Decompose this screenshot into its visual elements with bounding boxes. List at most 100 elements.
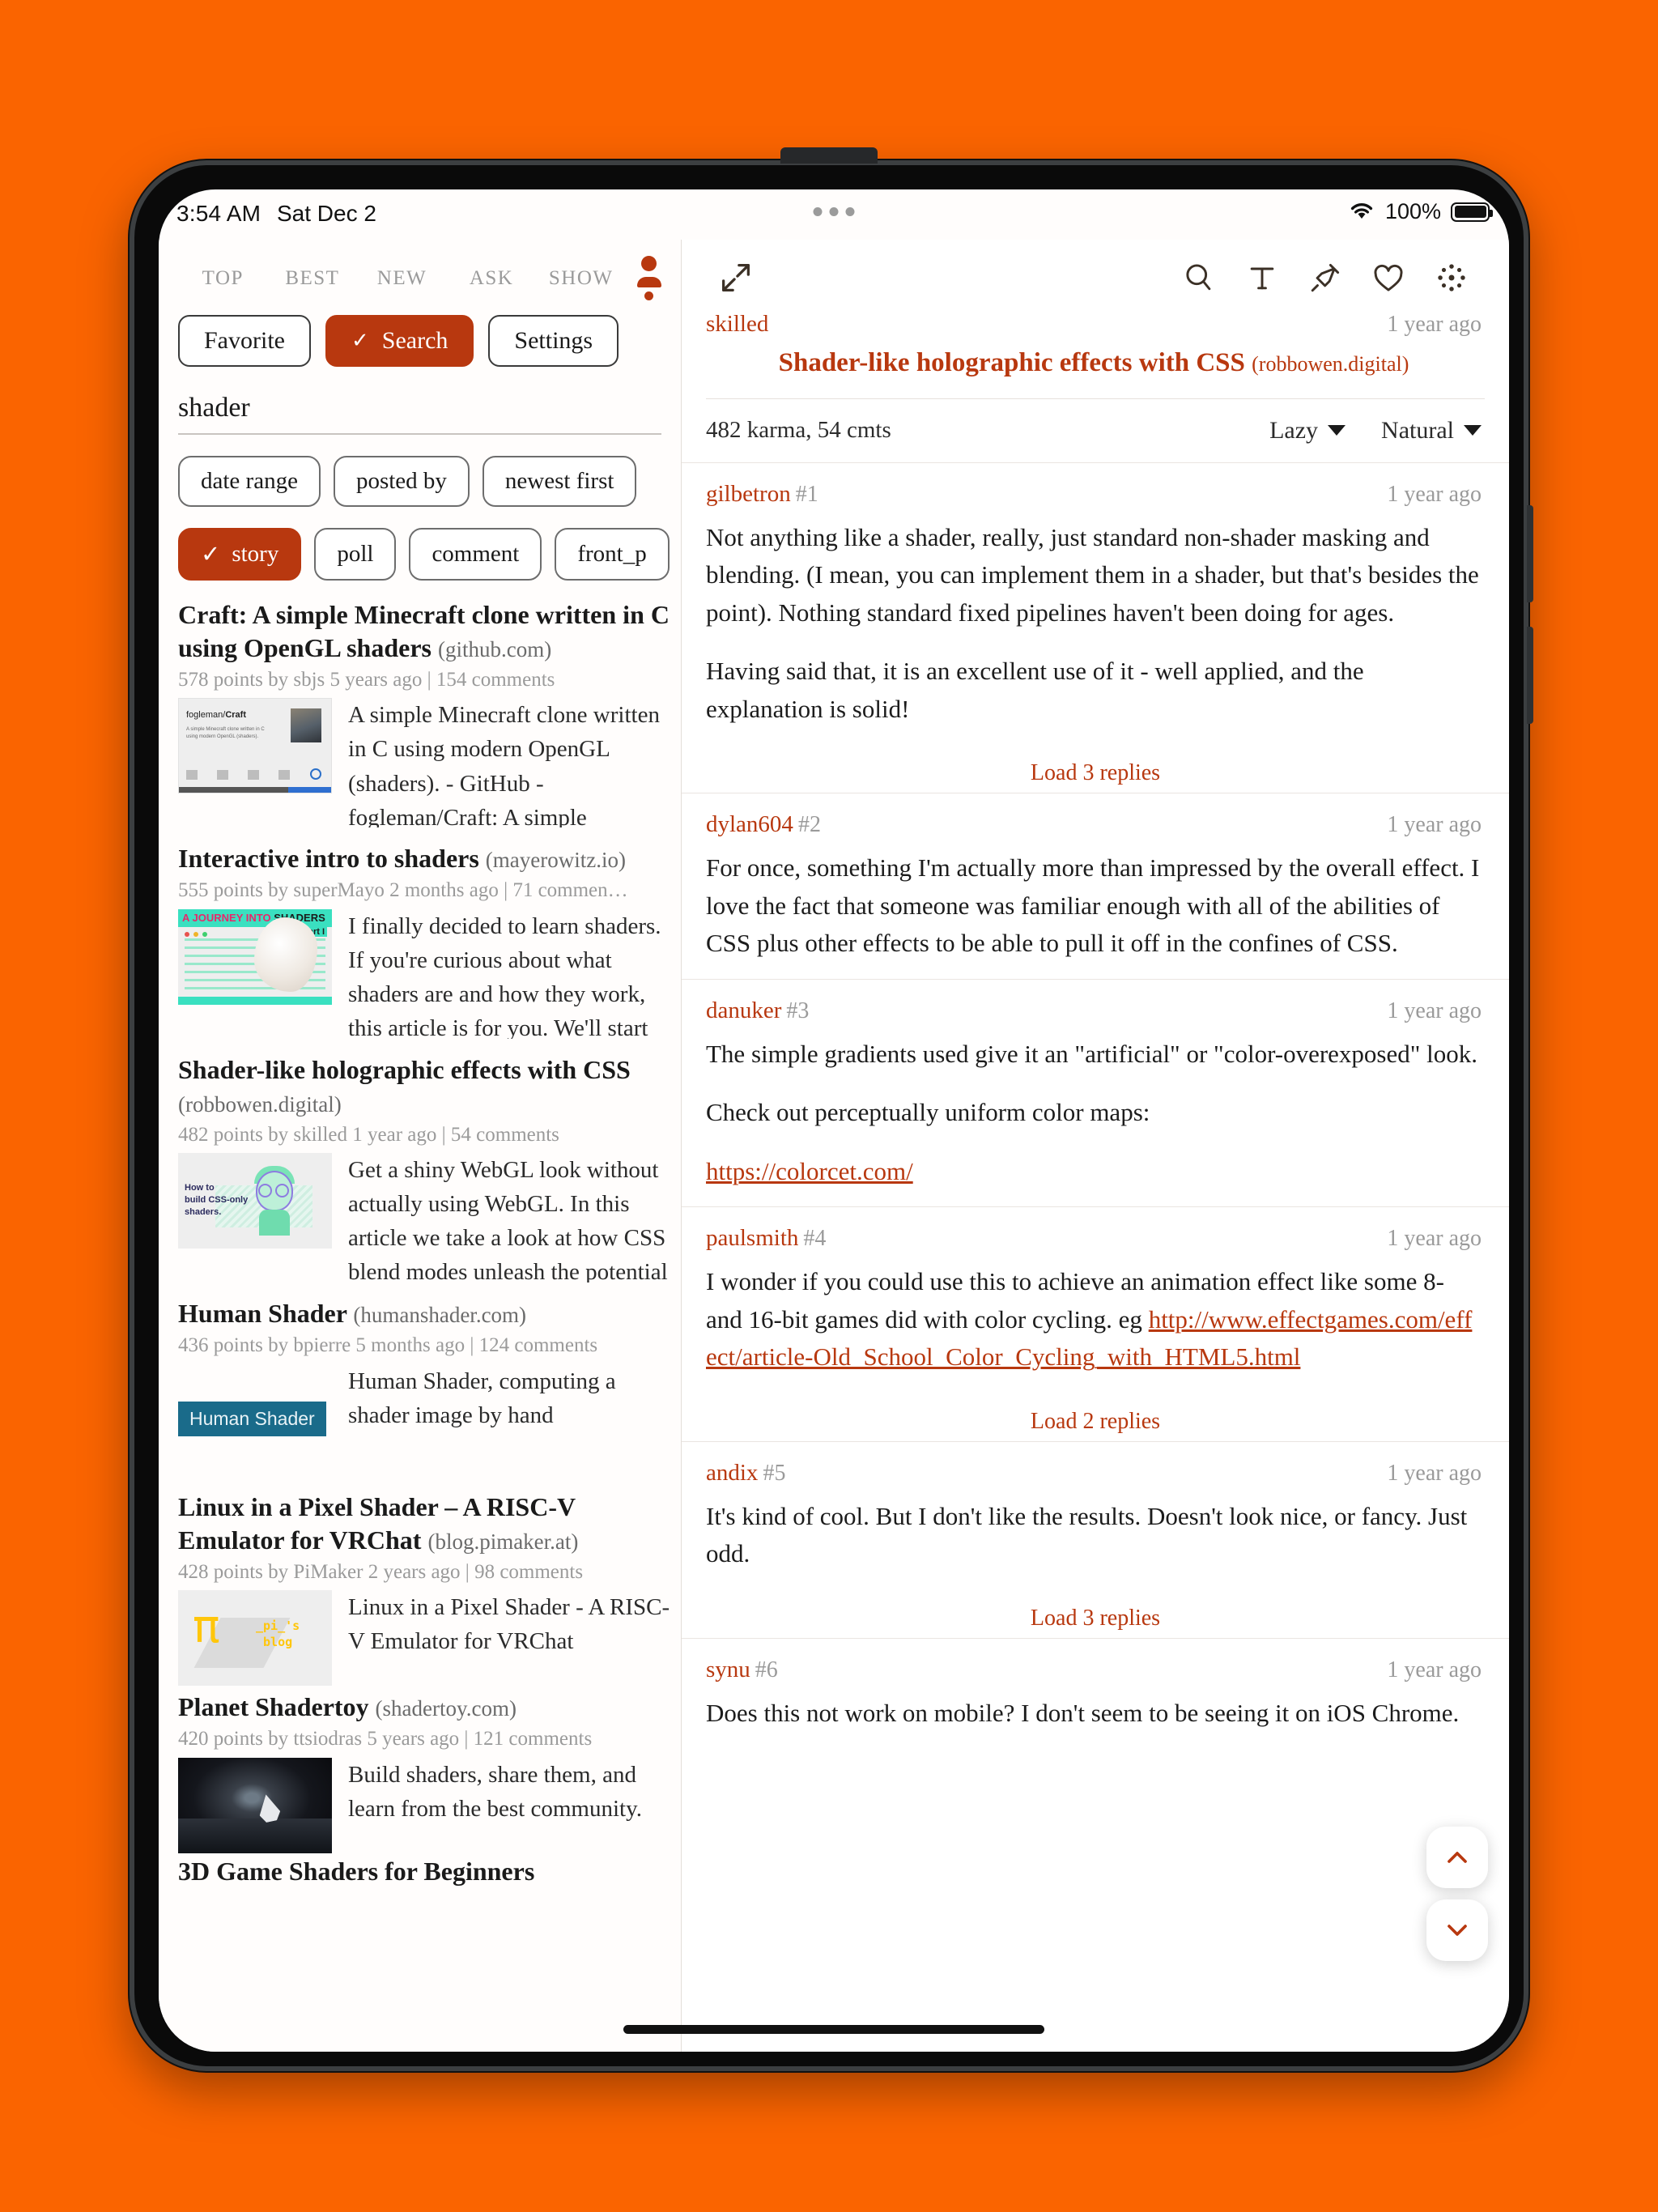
home-indicator[interactable] xyxy=(623,2025,1044,2034)
comment[interactable]: danuker #3 1 year ago The simple gradient… xyxy=(682,978,1509,1207)
multitask-handle[interactable] xyxy=(813,207,855,216)
type-chips: ✓ story poll comment front_p xyxy=(159,507,681,581)
split-view: TOP BEST NEW ASK SHOW Favorite ✓ Search … xyxy=(159,240,1509,2052)
comment-author[interactable]: synu xyxy=(706,1657,750,1682)
account-icon[interactable] xyxy=(631,256,668,300)
comment-author[interactable]: danuker xyxy=(706,998,781,1023)
comment[interactable]: gilbetron #1 1 year ago Not anything like… xyxy=(682,462,1509,745)
story-domain: (humanshader.com) xyxy=(353,1303,527,1328)
story-title[interactable]: 3D Game Shaders for Beginners xyxy=(178,1855,681,1888)
story-domain: (robbowen.digital) xyxy=(178,1091,342,1117)
newest-first-label: newest first xyxy=(504,468,614,494)
text-size-icon[interactable] xyxy=(1231,260,1294,296)
story-meta: 578 points by sbjs 5 years ago | 154 com… xyxy=(178,668,555,691)
story-chip[interactable]: ✓ story xyxy=(178,528,302,581)
list-item[interactable]: 3D Game Shaders for Beginners xyxy=(178,1848,681,1896)
comment[interactable]: paulsmith #4 1 year ago I wonder if you c… xyxy=(682,1206,1509,1393)
story-title-text: Craft: A simple Minecraft clone written … xyxy=(178,600,670,662)
scroll-up-button[interactable] xyxy=(1426,1827,1488,1888)
comment[interactable]: andix #5 1 year ago It's kind of cool. Bu… xyxy=(682,1440,1509,1589)
search-field-wrapper xyxy=(178,393,661,435)
story-headline[interactable]: Shader-like holographic effects with CSS… xyxy=(706,346,1482,398)
list-item[interactable]: Shader-like holographic effects with CSS… xyxy=(178,1047,681,1291)
status-time: 3:54 AM xyxy=(176,201,261,226)
story-title[interactable]: Craft: A simple Minecraft clone written … xyxy=(178,598,681,665)
tab-ask[interactable]: ASK xyxy=(447,267,537,290)
tab-top[interactable]: TOP xyxy=(178,267,268,290)
battery-percent: 100% xyxy=(1384,199,1441,223)
list-item[interactable]: Linux in a Pixel Shader – A RISC-V Emula… xyxy=(178,1484,681,1687)
status-right: 100% xyxy=(1348,199,1493,224)
front-page-chip[interactable]: front_p xyxy=(555,528,670,581)
story-title-text: Shader-like holographic effects with CSS xyxy=(178,1054,631,1084)
tab-show[interactable]: SHOW xyxy=(536,267,626,290)
story-snippet: Linux in a Pixel Shader - A RISC-V Emula… xyxy=(348,1594,670,1655)
favorite-button[interactable]: Favorite xyxy=(178,315,311,367)
newest-first-chip[interactable]: newest first xyxy=(482,456,637,507)
volume-up-button[interactable] xyxy=(1527,505,1533,602)
story-title[interactable]: Interactive intro to shaders (mayerowitz… xyxy=(178,842,681,875)
list-item[interactable]: Human Shader (humanshader.com) 436 point… xyxy=(178,1291,681,1469)
sparkle-icon[interactable] xyxy=(1420,260,1483,296)
story-title[interactable]: Linux in a Pixel Shader – A RISC-V Emula… xyxy=(178,1491,681,1557)
order-label: Natural xyxy=(1381,416,1454,444)
comment-number: #5 xyxy=(763,1460,786,1486)
comment-chip-label: comment xyxy=(432,541,520,567)
check-icon: ✓ xyxy=(201,542,221,568)
story-title[interactable]: Human Shader (humanshader.com) xyxy=(178,1297,681,1330)
list-item[interactable]: Planet Shadertoy (shadertoy.com) 420 poi… xyxy=(178,1684,681,1853)
story-title[interactable]: Planet Shadertoy (shadertoy.com) xyxy=(178,1691,681,1724)
story-snippet: Human Shader, computing a shader image b… xyxy=(348,1368,616,1428)
story-snippet: I finally decided to learn shaders. If y… xyxy=(348,912,661,1039)
story-domain: (mayerowitz.io) xyxy=(485,848,626,873)
load-replies-button[interactable]: Load 3 replies xyxy=(682,744,1509,793)
load-replies-button[interactable]: Load 3 replies xyxy=(682,1589,1509,1638)
story-meta: 555 points by superMayo 2 months ago | 7… xyxy=(178,879,628,902)
search-input[interactable] xyxy=(178,393,661,423)
search-button[interactable]: ✓ Search xyxy=(325,315,474,367)
story-header: skilled 1 year ago Shader-like holograph… xyxy=(682,308,1509,398)
date-range-chip[interactable]: date range xyxy=(178,456,321,507)
settings-label: Settings xyxy=(514,327,593,354)
settings-button[interactable]: Settings xyxy=(488,315,619,367)
list-item[interactable]: Interactive intro to shaders (mayerowitz… xyxy=(178,836,681,1046)
comment-author[interactable]: gilbetron xyxy=(706,481,791,507)
scroll-down-button[interactable] xyxy=(1426,1899,1488,1961)
comment-age: 1 year ago xyxy=(1387,1460,1482,1486)
comment-paragraph: It's kind of cool. But I don't like the … xyxy=(706,1501,1468,1568)
human-shader-tag: Human Shader xyxy=(178,1401,326,1436)
search-icon[interactable] xyxy=(1167,260,1231,296)
expand-icon[interactable] xyxy=(704,259,767,296)
story-meta: 436 points by bpierre 5 months ago | 124… xyxy=(178,1334,598,1357)
comment-chip[interactable]: comment xyxy=(409,528,542,581)
comment-age: 1 year ago xyxy=(1387,1226,1482,1252)
comment[interactable]: dylan604 #2 1 year ago For once, somethin… xyxy=(682,793,1509,979)
story-title-text: Interactive intro to shaders xyxy=(178,844,479,874)
comment-age: 1 year ago xyxy=(1387,1657,1482,1682)
comment[interactable]: synu #6 1 year ago Does this not work on … xyxy=(682,1637,1509,1749)
order-select[interactable]: Natural xyxy=(1381,417,1482,445)
story-domain: (blog.pimaker.at) xyxy=(427,1529,579,1554)
load-replies-button[interactable]: Load 2 replies xyxy=(682,1393,1509,1441)
comment-age: 1 year ago xyxy=(1387,812,1482,838)
comment-link[interactable]: https://colorcet.com/ xyxy=(706,1157,913,1185)
posted-by-label: posted by xyxy=(355,468,447,494)
heart-icon[interactable] xyxy=(1357,260,1420,296)
check-icon: ✓ xyxy=(351,329,369,352)
comment-author[interactable]: andix xyxy=(706,1460,758,1486)
story-author[interactable]: skilled xyxy=(706,311,768,338)
volume-down-button[interactable] xyxy=(1527,627,1533,724)
story-title[interactable]: Shader-like holographic effects with CSS… xyxy=(178,1053,681,1120)
status-bar: 3:54 AM Sat Dec 2 100% xyxy=(159,189,1509,240)
tab-best[interactable]: BEST xyxy=(268,267,358,290)
tablet-device-frame: 3:54 AM Sat Dec 2 100% TOP BEST NEW ASK xyxy=(130,160,1533,2071)
pin-icon[interactable] xyxy=(1294,260,1357,296)
comment-author[interactable]: dylan604 xyxy=(706,811,793,837)
list-item[interactable]: Craft: A simple Minecraft clone written … xyxy=(178,592,681,836)
load-mode-select[interactable]: Lazy xyxy=(1269,417,1346,445)
comment-author[interactable]: paulsmith xyxy=(706,1225,798,1251)
posted-by-chip[interactable]: posted by xyxy=(333,456,470,507)
poll-chip[interactable]: poll xyxy=(314,528,397,581)
story-age: 1 year ago xyxy=(1387,312,1482,337)
tab-new[interactable]: NEW xyxy=(357,267,447,290)
